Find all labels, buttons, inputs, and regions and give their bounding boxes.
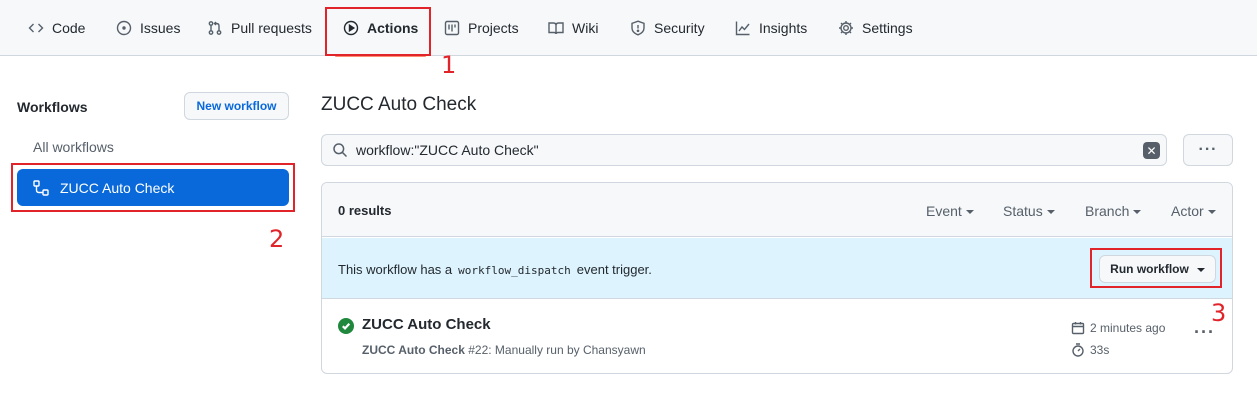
stopwatch-icon	[1072, 343, 1084, 357]
run-time: 2 minutes ago	[1071, 321, 1165, 335]
run-workflow-name: ZUCC Auto Check	[362, 343, 465, 357]
run-title[interactable]: ZUCC Auto Check	[362, 316, 491, 333]
sidebar-item-label: ZUCC Auto Check	[60, 179, 175, 196]
filter-branch[interactable]: Branch	[1085, 203, 1142, 219]
annotation-number-1: 1	[441, 51, 457, 79]
tab-insights-label: Insights	[759, 20, 808, 36]
search-icon	[332, 142, 348, 158]
sidebar-item-all-workflows[interactable]: All workflows	[33, 139, 114, 155]
chevron-down-icon	[1207, 210, 1216, 214]
success-check-icon	[338, 318, 354, 334]
tab-projects-label: Projects	[468, 20, 519, 36]
new-workflow-button[interactable]: New workflow	[184, 92, 289, 120]
tab-wiki[interactable]: Wiki	[548, 0, 598, 56]
workflow-dispatch-banner: This workflow has a workflow_dispatch even…	[322, 238, 1232, 299]
run-duration-label: 33s	[1090, 343, 1110, 357]
runs-header: 0 results Event Status Branch Actor	[322, 183, 1232, 237]
chevron-down-icon	[965, 210, 974, 214]
graph-icon	[735, 21, 750, 36]
run-workflow-label: Run workflow	[1110, 262, 1189, 276]
run-workflow-button[interactable]: Run workflow	[1099, 255, 1216, 283]
chevron-down-icon	[1196, 268, 1205, 272]
project-icon	[444, 20, 460, 36]
play-icon	[343, 20, 359, 36]
filter-event-label: Event	[926, 203, 962, 219]
run-subtitle: ZUCC Auto Check #22: Manually run by Cha…	[362, 343, 646, 357]
tab-settings-label: Settings	[862, 20, 913, 36]
banner-code: workflow_dispatch	[458, 264, 571, 277]
filter-actor[interactable]: Actor	[1171, 203, 1216, 219]
tab-settings[interactable]: Settings	[838, 0, 913, 56]
more-options-button[interactable]: ···	[1183, 134, 1233, 166]
pull-request-icon	[208, 21, 222, 35]
workflow-icon	[33, 179, 49, 196]
workflow-run-row[interactable]: ZUCC Auto Check ZUCC Auto Check #22: Man…	[322, 300, 1232, 373]
annotation-number-3: 3	[1211, 299, 1227, 327]
results-count: 0 results	[338, 203, 392, 218]
book-icon	[548, 22, 564, 35]
tab-code-label: Code	[52, 20, 86, 36]
tab-issues-label: Issues	[140, 20, 181, 36]
tab-actions[interactable]: Actions	[334, 0, 427, 57]
banner-text: This workflow has a workflow_dispatch even…	[338, 262, 652, 277]
tab-security-label: Security	[654, 20, 705, 36]
page-title: ZUCC Auto Check	[321, 94, 477, 115]
filter-branch-label: Branch	[1085, 203, 1130, 219]
runs-panel: 0 results Event Status Branch Actor This…	[321, 182, 1233, 374]
shield-icon	[631, 20, 645, 36]
banner-suffix: event trigger.	[576, 262, 652, 277]
tab-insights[interactable]: Insights	[735, 0, 807, 56]
tab-code[interactable]: Code	[28, 0, 85, 56]
code-icon	[28, 23, 44, 33]
tab-projects[interactable]: Projects	[444, 0, 519, 56]
filter-status-label: Status	[1003, 203, 1043, 219]
tab-security[interactable]: Security	[630, 0, 705, 56]
search-value: workflow:"ZUCC Auto Check"	[356, 142, 539, 158]
filter-status[interactable]: Status	[1003, 203, 1055, 219]
tab-pull-requests[interactable]: Pull requests	[207, 0, 312, 56]
clear-search-icon[interactable]: ✕	[1143, 142, 1160, 159]
run-time-label: 2 minutes ago	[1090, 321, 1166, 335]
workflow-search-input[interactable]: workflow:"ZUCC Auto Check" ✕	[321, 134, 1167, 166]
run-detail: #22: Manually run by Chansyawn	[468, 343, 646, 357]
sidebar-item-zucc-auto-check[interactable]: ZUCC Auto Check	[17, 169, 289, 206]
banner-prefix: This workflow has a	[338, 262, 453, 277]
filter-actor-label: Actor	[1171, 203, 1204, 219]
tab-issues[interactable]: Issues	[116, 0, 180, 56]
run-duration: 33s	[1071, 343, 1109, 357]
annotation-number-2: 2	[269, 225, 285, 253]
tab-wiki-label: Wiki	[572, 20, 599, 36]
calendar-icon	[1071, 322, 1085, 335]
issue-icon	[116, 20, 132, 36]
sidebar-title: Workflows	[17, 99, 88, 115]
tab-actions-label: Actions	[367, 20, 419, 36]
filter-event[interactable]: Event	[926, 203, 974, 219]
repo-nav: Code Issues Pull requests Actions Projec…	[0, 0, 1257, 57]
tab-pull-requests-label: Pull requests	[231, 20, 312, 36]
chevron-down-icon	[1133, 210, 1142, 214]
chevron-down-icon	[1046, 210, 1055, 214]
gear-icon	[839, 21, 853, 35]
